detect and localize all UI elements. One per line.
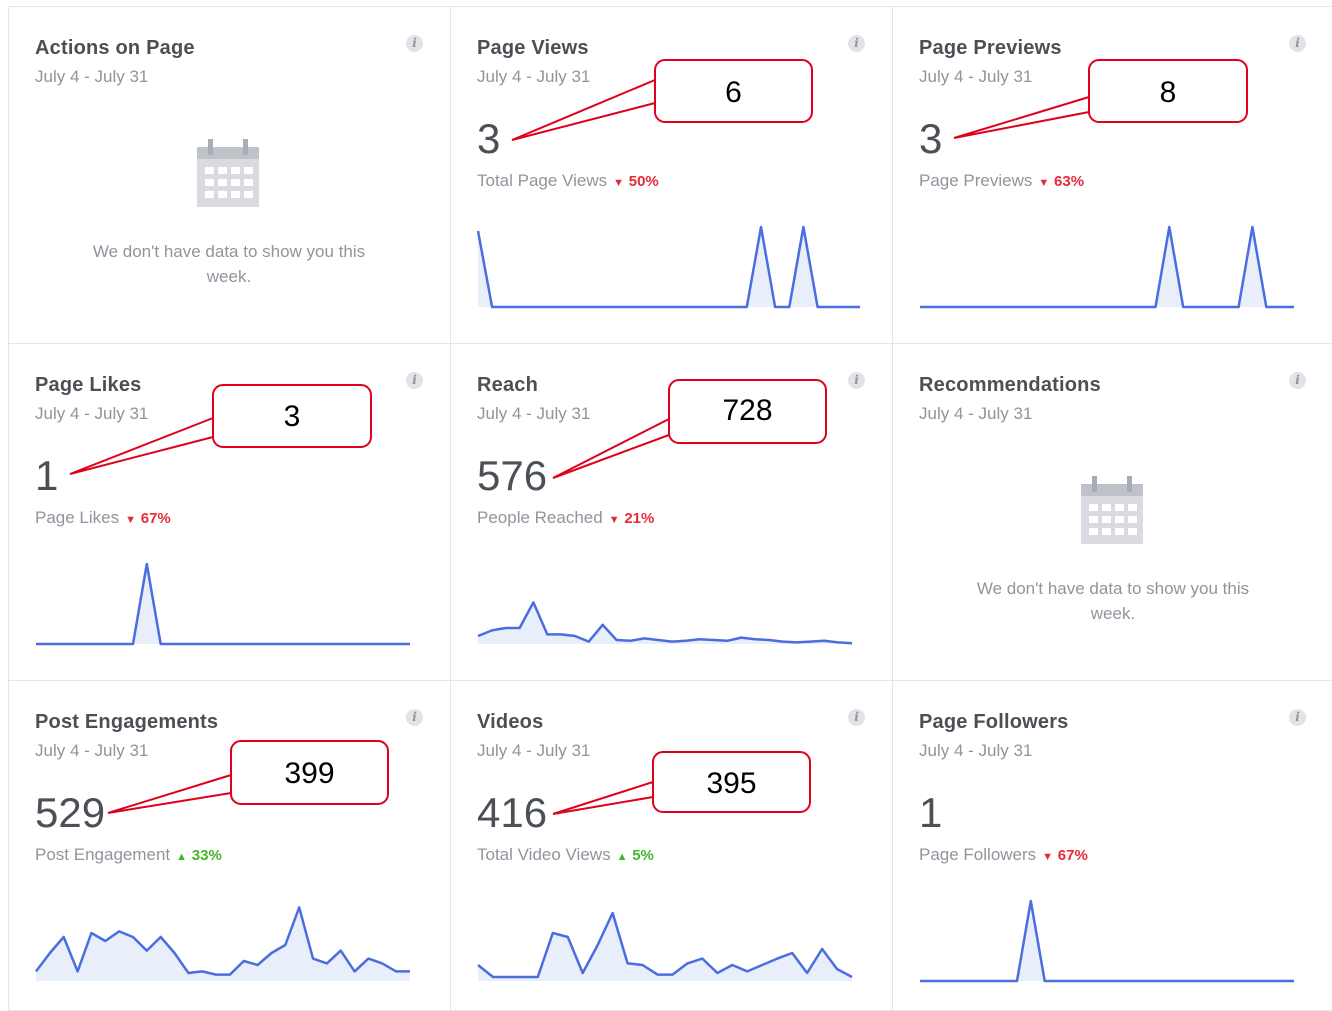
insights-grid: Actions on Page July 4 - July 31 i We do… xyxy=(8,6,1332,1011)
metric-row: Total Page Views ▼ 50% xyxy=(477,171,659,191)
trend-down-icon: ▼ xyxy=(1042,851,1054,863)
info-icon[interactable]: i xyxy=(406,35,423,52)
metric-row: People Reached ▼ 21% xyxy=(477,508,654,528)
card-recommendations[interactable]: Recommendations July 4 - July 31 i We do… xyxy=(893,344,1332,681)
metric-label: Post Engagement xyxy=(35,845,171,864)
card-title: Page Followers xyxy=(919,711,1069,733)
card-date-range: July 4 - July 31 xyxy=(919,404,1033,423)
empty-state-text: We don't have data to show you this week… xyxy=(976,579,1250,623)
calendar-icon xyxy=(1081,476,1143,544)
annotation-label: 395 xyxy=(706,767,757,800)
card-title: Page Likes xyxy=(35,374,142,396)
card-date-range: July 4 - July 31 xyxy=(477,404,591,423)
metric-row: Page Followers ▼ 67% xyxy=(919,845,1088,865)
card-date-range: July 4 - July 31 xyxy=(919,741,1033,760)
card-date-range: July 4 - July 31 xyxy=(477,741,591,760)
card-title: Post Engagements xyxy=(35,711,219,733)
info-icon[interactable]: i xyxy=(406,709,423,726)
metric-label: Page Likes xyxy=(35,508,120,527)
change-percent: 33% xyxy=(191,847,222,864)
card-post-engagements[interactable]: Post Engagements July 4 - July 31 i 529 … xyxy=(9,681,451,1011)
trend-down-icon: ▼ xyxy=(1038,177,1050,189)
metric-label: Page Previews xyxy=(919,171,1033,190)
trend-down-icon: ▼ xyxy=(608,514,620,526)
change-percent: 63% xyxy=(1054,173,1085,190)
info-icon[interactable]: i xyxy=(848,709,865,726)
card-page-views[interactable]: Page Views July 4 - July 31 i 3 Total Pa… xyxy=(451,7,893,344)
annotation-label: 3 xyxy=(283,400,301,433)
card-title: Videos xyxy=(477,711,544,733)
sparkline-chart xyxy=(35,906,410,981)
card-date-range: July 4 - July 31 xyxy=(919,67,1033,86)
metric-row: Page Previews ▼ 63% xyxy=(919,171,1084,191)
metric-label: Total Video Views xyxy=(477,845,611,864)
change-percent: 50% xyxy=(628,173,659,190)
info-icon[interactable]: i xyxy=(1289,372,1306,389)
metric-value: 416 xyxy=(477,789,548,836)
annotation-label: 8 xyxy=(1159,76,1177,109)
card-reach[interactable]: Reach July 4 - July 31 i 576 People Reac… xyxy=(451,344,893,681)
annotation-label: 6 xyxy=(725,76,742,109)
card-title: Page Previews xyxy=(919,37,1062,59)
card-page-followers[interactable]: Page Followers July 4 - July 31 i 1 Page… xyxy=(893,681,1332,1011)
sparkline-chart xyxy=(477,225,860,309)
sparkline-chart xyxy=(477,911,853,981)
trend-up-icon: ▲ xyxy=(616,851,628,863)
card-title: Recommendations xyxy=(919,374,1101,396)
change-percent: 67% xyxy=(1057,847,1088,864)
sparkline-chart xyxy=(920,899,1294,983)
trend-down-icon: ▼ xyxy=(613,177,624,189)
card-title: Page Views xyxy=(477,37,589,59)
card-actions-on-page[interactable]: Actions on Page July 4 - July 31 i We do… xyxy=(9,7,451,344)
metric-value: 576 xyxy=(477,452,548,499)
sparkline-line xyxy=(920,899,1294,983)
trend-up-icon: ▲ xyxy=(176,851,188,863)
change-percent: 5% xyxy=(632,847,654,864)
calendar-icon xyxy=(197,139,259,207)
sparkline-area xyxy=(920,227,1294,307)
sparkline-chart xyxy=(920,225,1294,309)
metric-label: Total Page Views xyxy=(477,171,608,190)
card-date-range: July 4 - July 31 xyxy=(477,67,591,86)
change-percent: 21% xyxy=(624,510,655,527)
sparkline-chart xyxy=(477,601,853,645)
change-percent: 67% xyxy=(140,510,171,527)
metric-value: 1 xyxy=(919,789,943,836)
info-icon[interactable]: i xyxy=(406,372,423,389)
sparkline-area xyxy=(920,901,1294,981)
metric-value: 3 xyxy=(477,115,501,162)
sparkline-line xyxy=(36,562,410,646)
card-page-previews[interactable]: Page Previews July 4 - July 31 i 3 Page … xyxy=(893,7,1332,344)
sparkline-area xyxy=(478,913,852,981)
card-title: Actions on Page xyxy=(35,37,195,59)
metric-row: Page Likes ▼ 67% xyxy=(35,508,171,528)
info-icon[interactable]: i xyxy=(848,372,865,389)
metric-value: 3 xyxy=(919,115,943,162)
metric-label: People Reached xyxy=(477,508,603,527)
sparkline-area xyxy=(478,602,852,644)
card-page-likes[interactable]: Page Likes July 4 - July 31 i 1 Page Lik… xyxy=(9,344,451,681)
annotation-label: 399 xyxy=(284,757,335,790)
sparkline-line xyxy=(920,225,1294,309)
info-icon[interactable]: i xyxy=(1289,35,1306,52)
card-date-range: July 4 - July 31 xyxy=(35,67,149,86)
metric-row: Post Engagement ▲ 33% xyxy=(35,845,222,865)
info-icon[interactable]: i xyxy=(848,35,865,52)
sparkline-chart xyxy=(36,562,410,646)
metric-row: Total Video Views ▲ 5% xyxy=(477,845,654,865)
trend-down-icon: ▼ xyxy=(125,514,137,526)
metric-value: 1 xyxy=(35,452,59,499)
card-date-range: July 4 - July 31 xyxy=(35,404,149,423)
card-videos[interactable]: Videos July 4 - July 31 i 416 Total Vide… xyxy=(451,681,893,1011)
annotation-label: 728 xyxy=(722,394,773,427)
empty-state-text: We don't have data to show you this week… xyxy=(92,242,366,286)
card-title: Reach xyxy=(477,374,539,396)
card-date-range: July 4 - July 31 xyxy=(35,741,149,760)
sparkline-area xyxy=(36,564,410,644)
info-icon[interactable]: i xyxy=(1289,709,1306,726)
metric-label: Page Followers xyxy=(919,845,1037,864)
metric-value: 529 xyxy=(35,789,106,836)
sparkline-area xyxy=(478,227,860,307)
